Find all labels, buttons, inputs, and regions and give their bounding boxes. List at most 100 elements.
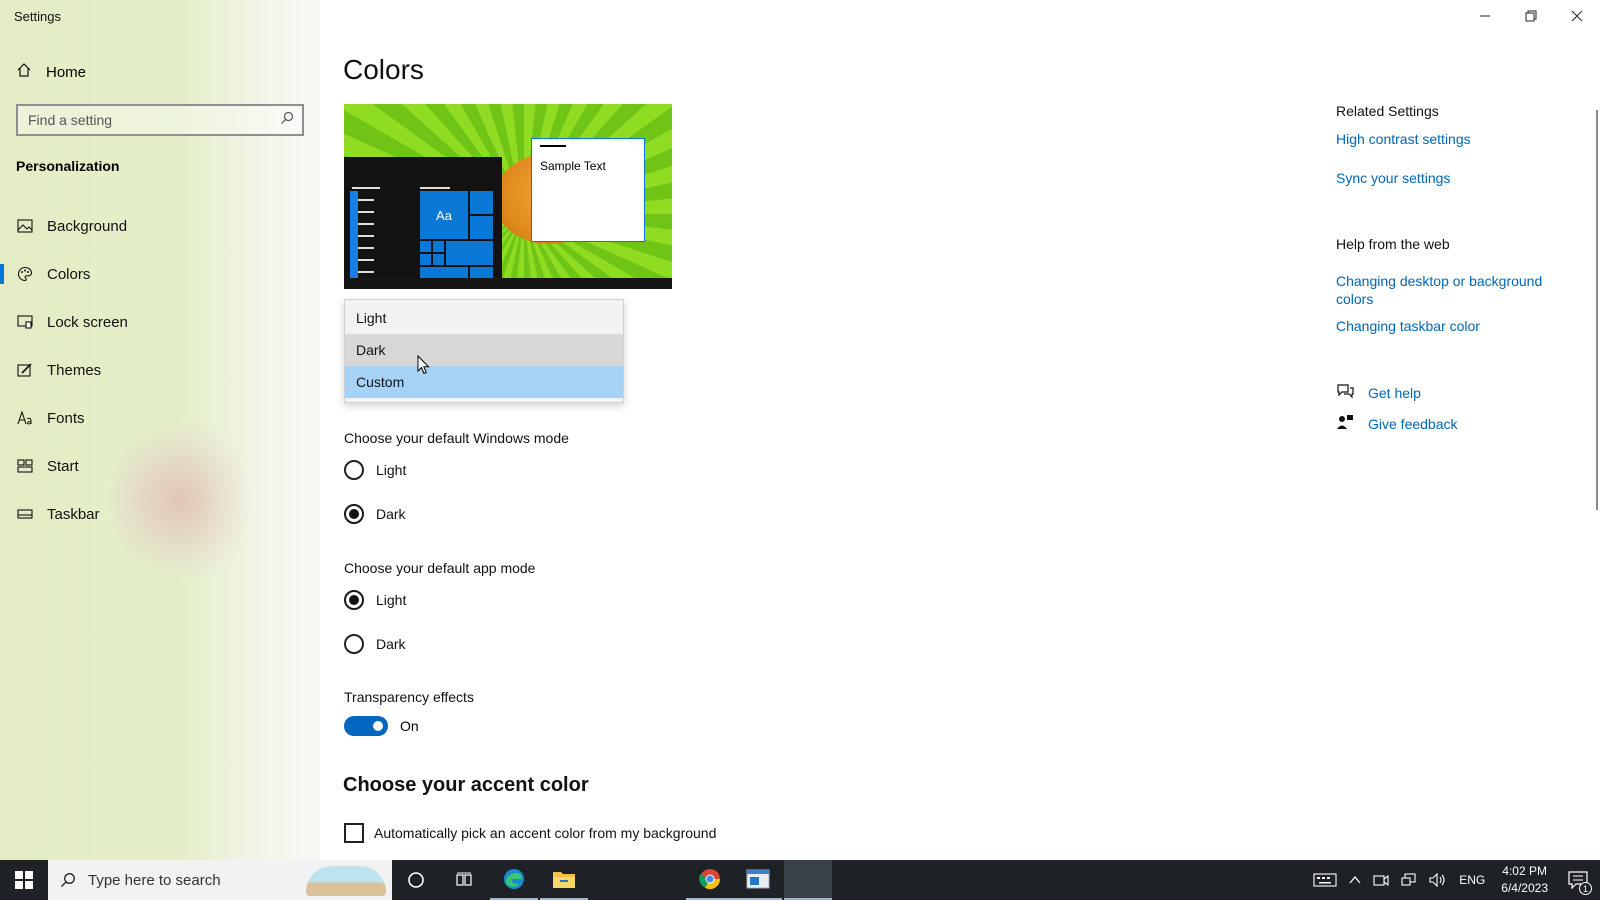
windows-mode-dark-radio[interactable]: Dark [344,504,406,524]
minimize-icon [1480,15,1490,17]
close-button[interactable] [1554,0,1600,32]
get-help-link[interactable]: Get help [1336,383,1421,402]
sidebar-item-label: Start [47,457,79,475]
windows-mode-label: Choose your default Windows mode [344,430,569,446]
start-button[interactable] [0,860,48,900]
sidebar: Settings Home Personalization Background… [0,0,320,860]
taskbar-clock[interactable]: 4:02 PM 6/4/2023 [1491,863,1558,897]
accent-color-heading: Choose your accent color [343,774,589,796]
chevron-up-icon [1349,875,1361,884]
radio-button[interactable] [344,460,364,480]
image-icon [16,218,33,235]
show-hidden-icons-button[interactable] [1343,860,1367,900]
get-help-label: Get help [1368,384,1421,401]
restore-button[interactable] [1508,0,1554,32]
cortana-icon [408,872,424,888]
sidebar-item-label: Background [47,217,128,235]
sidebar-item-lock-screen[interactable]: Lock screen [0,298,320,346]
edge-app-button[interactable] [490,860,538,900]
network-button[interactable] [1395,860,1423,900]
checkbox-label: Automatically pick an accent color from … [374,825,717,841]
clock-time: 4:02 PM [1502,864,1547,878]
radio-button[interactable] [344,504,364,524]
language-indicator[interactable]: ENG [1453,860,1491,900]
search-highlight-illustration [306,866,386,896]
window-controls [1462,0,1600,32]
feedback-person-icon [1336,414,1354,433]
related-settings-heading: Related Settings [1336,103,1439,119]
changing-desktop-colors-link[interactable]: Changing desktop or background colors [1336,272,1566,308]
home-icon [16,62,32,82]
radio-label: Light [376,462,407,478]
preview-sample-text: Sample Text [540,159,606,173]
network-icon [1401,873,1416,886]
brush-icon [16,362,33,379]
app-window-button[interactable] [734,860,782,900]
dropdown-option-custom[interactable]: Custom [345,366,623,398]
chrome-icon [699,869,721,890]
start-icon [16,458,33,475]
color-mode-dropdown[interactable]: Light Dark Custom [344,299,624,403]
cortana-button[interactable] [392,860,440,900]
home-nav-item[interactable]: Home [16,62,86,82]
palette-icon [16,266,33,283]
sidebar-item-label: Taskbar [47,505,100,523]
windows-mode-light-radio[interactable]: Light [344,460,406,480]
sidebar-item-themes[interactable]: Themes [0,346,320,394]
camera-icon [1373,874,1389,887]
high-contrast-link[interactable]: High contrast settings [1336,130,1471,148]
touch-keyboard-button[interactable] [1307,860,1343,900]
task-view-icon [456,872,472,886]
meet-now-button[interactable] [1367,860,1395,900]
minimize-button[interactable] [1462,0,1508,32]
font-icon [16,410,33,427]
windows-logo-icon [15,871,33,889]
keyboard-icon [1313,873,1337,887]
sidebar-item-label: Colors [47,265,91,283]
search-input[interactable] [28,112,258,128]
search-box[interactable] [16,104,304,136]
settings-app-button[interactable] [784,860,832,900]
sidebar-item-background[interactable]: Background [0,202,320,250]
search-icon [48,872,88,888]
notification-badge: 1 [1579,882,1592,895]
system-tray: ENG 4:02 PM 6/4/2023 1 [1307,860,1600,900]
scrollbar[interactable] [1596,110,1598,510]
radio-label: Light [376,592,407,608]
taskbar-search-box[interactable] [48,860,392,900]
action-center-button[interactable]: 1 [1558,860,1600,900]
transparency-toggle[interactable] [344,716,388,736]
sidebar-item-colors[interactable]: Colors [0,250,320,298]
file-explorer-icon [553,872,575,888]
auto-accent-checkbox-row[interactable]: Automatically pick an accent color from … [344,823,716,843]
chrome-app-button[interactable] [686,860,734,900]
sidebar-item-taskbar[interactable]: Taskbar [0,490,320,538]
preview-taskbar [344,278,672,289]
task-view-button[interactable] [440,860,488,900]
help-heading: Help from the web [1336,236,1450,252]
app-mode-dark-radio[interactable]: Dark [344,634,406,654]
sidebar-item-label: Fonts [47,409,85,427]
dropdown-option-dark[interactable]: Dark [345,334,623,366]
sync-settings-link[interactable]: Sync your settings [1336,169,1450,187]
radio-button[interactable] [344,634,364,654]
home-label: Home [46,63,87,81]
volume-button[interactable] [1423,860,1453,900]
transparency-toggle-row[interactable]: On [344,716,419,736]
dropdown-option-light[interactable]: Light [345,302,623,334]
sidebar-item-fonts[interactable]: Fonts [0,394,320,442]
search-icon[interactable] [280,111,294,130]
give-feedback-link[interactable]: Give feedback [1336,414,1458,433]
radio-label: Dark [376,636,406,652]
mouse-cursor-icon [417,354,431,380]
color-preview: Aa Sample Text [344,104,672,289]
sidebar-item-label: Lock screen [47,313,128,331]
auto-accent-checkbox[interactable] [344,823,364,843]
sidebar-item-start[interactable]: Start [0,442,320,490]
changing-taskbar-color-link[interactable]: Changing taskbar color [1336,317,1480,335]
edge-icon [504,869,524,889]
taskbar-search-input[interactable] [88,871,308,889]
file-explorer-button[interactable] [540,860,588,900]
radio-button[interactable] [344,590,364,610]
app-mode-light-radio[interactable]: Light [344,590,406,610]
